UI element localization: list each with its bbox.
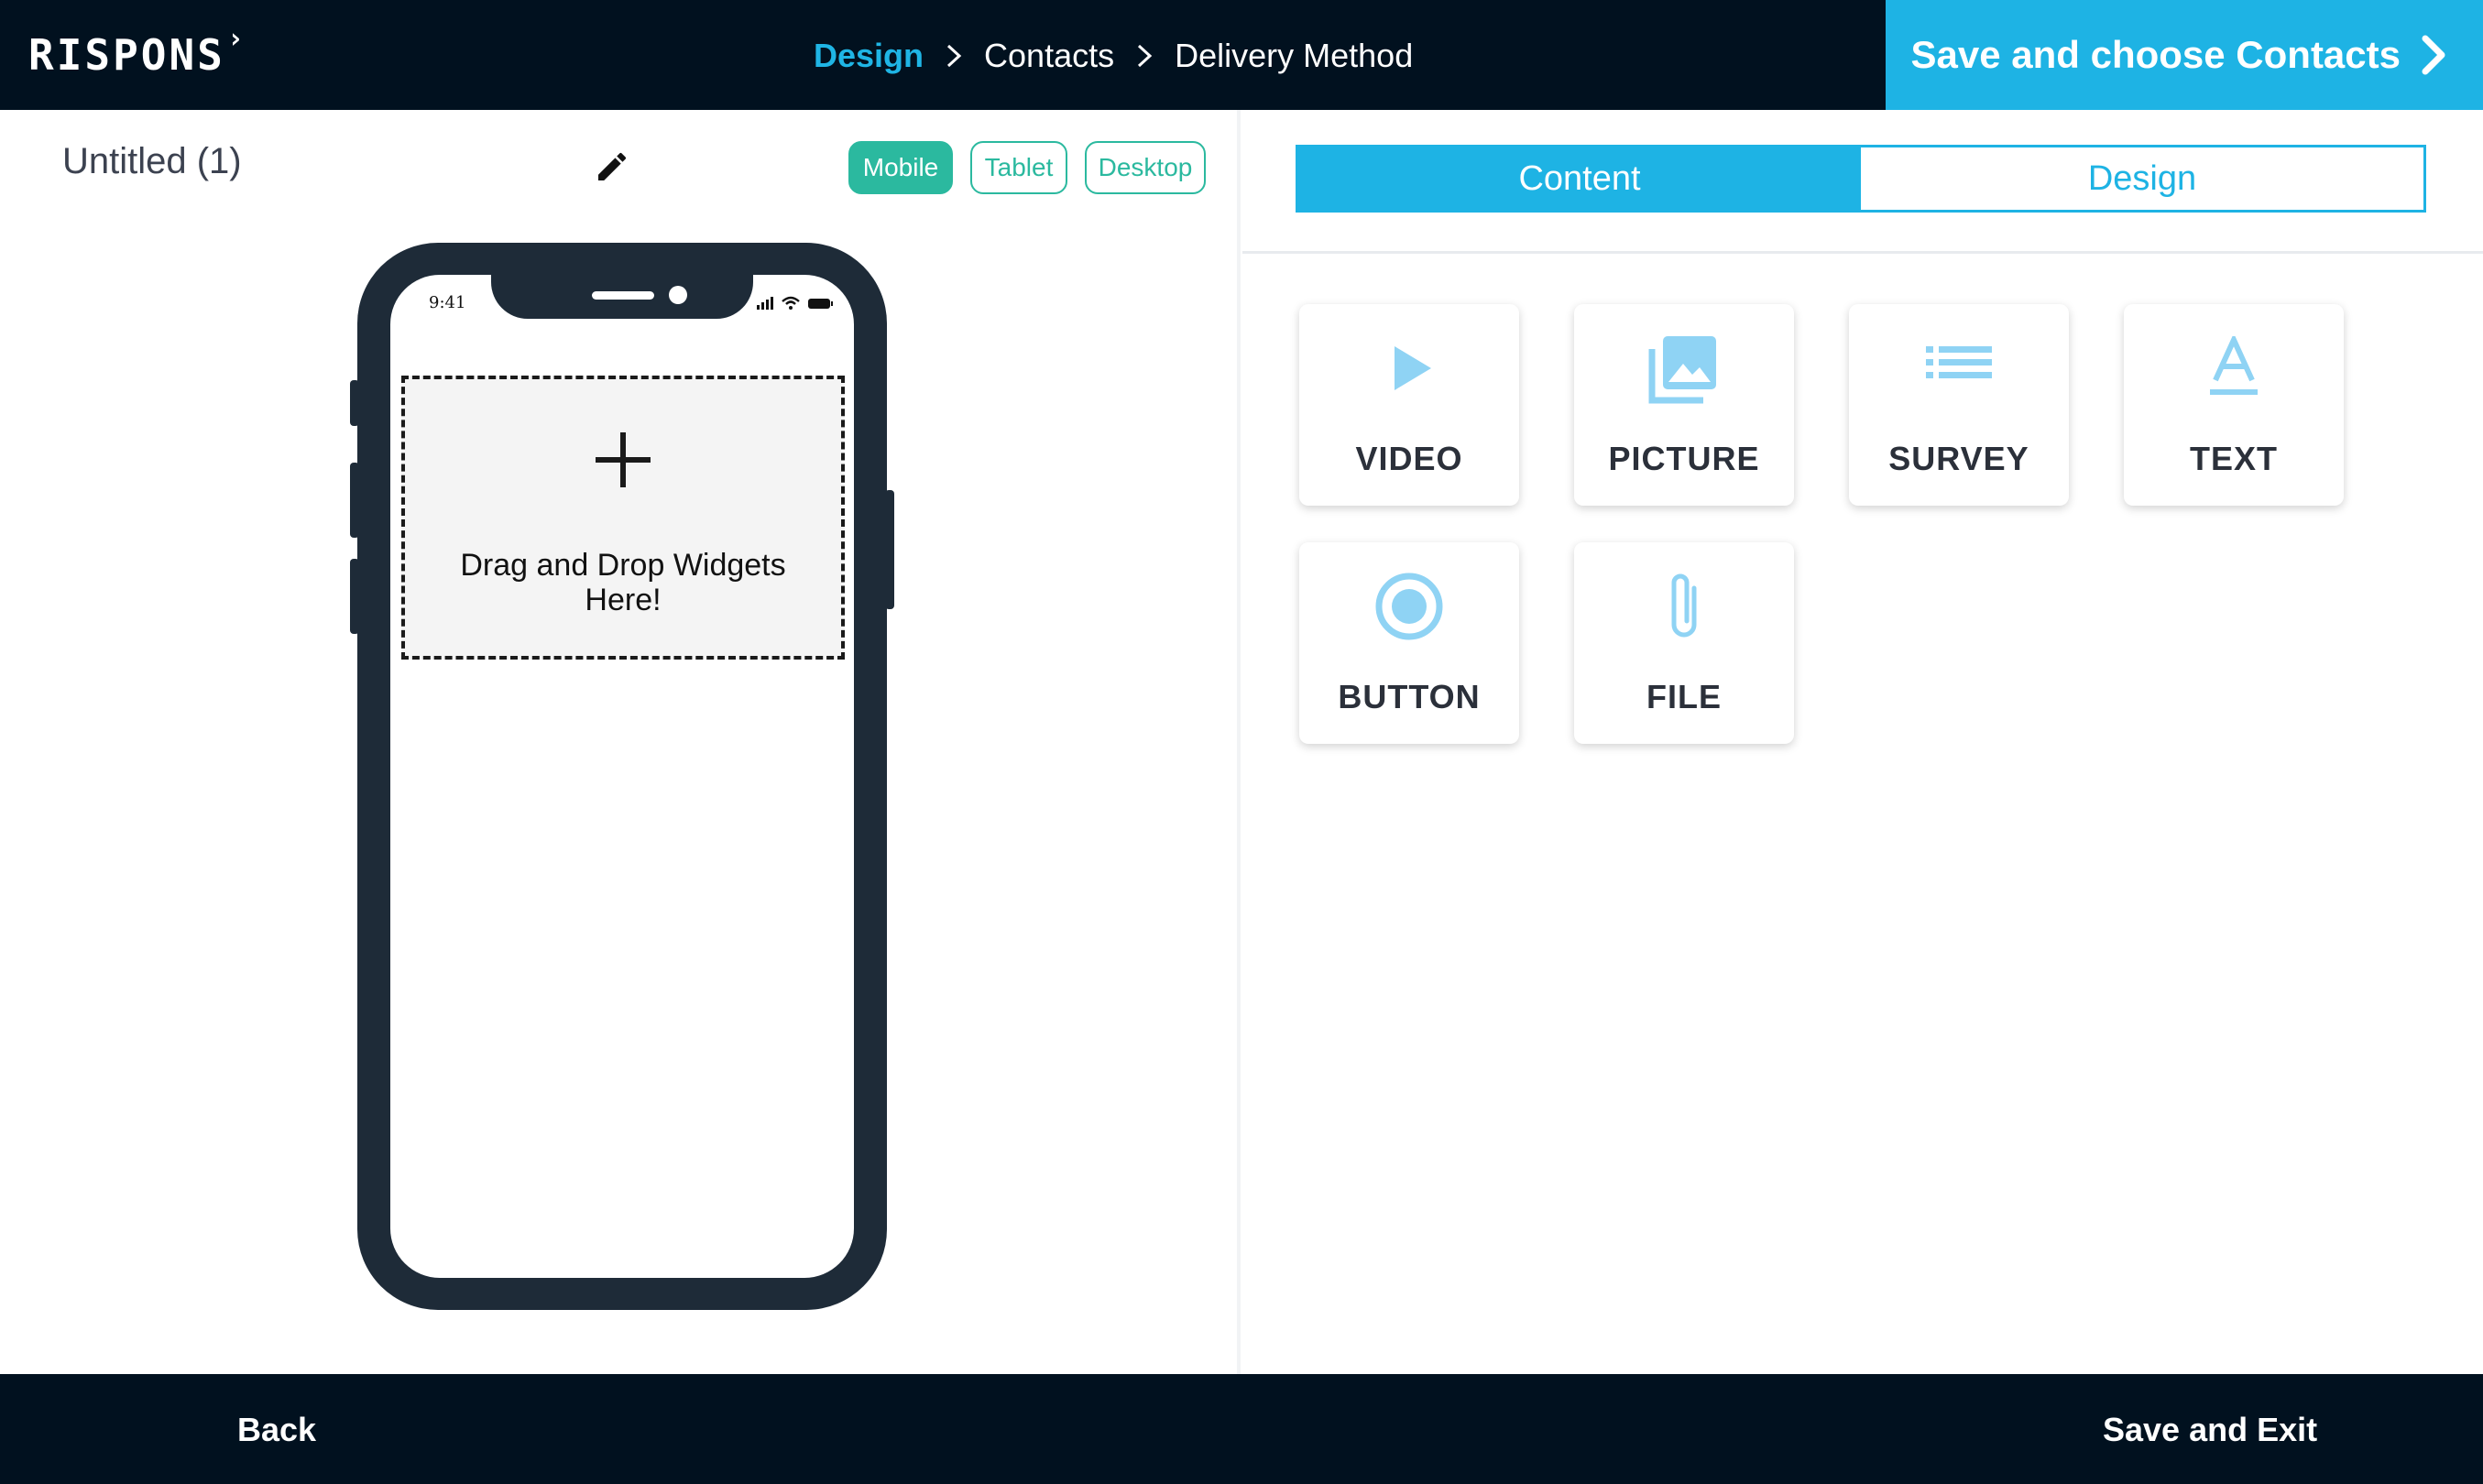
save-and-choose-contacts-button[interactable]: Save and choose Contacts — [1886, 0, 2483, 110]
phone-preview: 9:41 Drag and Drop Widgets Here! — [350, 243, 894, 1310]
breadcrumb-design[interactable]: Design — [814, 37, 924, 75]
widget-survey[interactable]: SURVEY — [1849, 304, 2069, 506]
tablet-view-button[interactable]: Tablet — [970, 141, 1067, 194]
top-navbar: RISPONS › Design Contacts Delivery Method… — [0, 0, 2483, 110]
widget-label: FILE — [1646, 678, 1722, 715]
phone-camera — [669, 286, 687, 304]
phone-side-button — [350, 463, 359, 538]
widget-label: PICTURE — [1608, 440, 1760, 477]
panel-divider — [1242, 251, 2483, 254]
widget-video[interactable]: VIDEO — [1299, 304, 1519, 506]
save-and-choose-contacts-label: Save and choose Contacts — [1910, 33, 2401, 76]
desktop-view-button[interactable]: Desktop — [1085, 141, 1206, 194]
chevron-right-icon — [942, 44, 966, 68]
pencil-icon[interactable] — [594, 148, 630, 185]
logo-text: RISPONS — [28, 30, 225, 80]
widget-button[interactable]: BUTTON — [1299, 542, 1519, 744]
status-time: 9:41 — [429, 293, 466, 312]
list-icon — [1922, 332, 1996, 405]
bottom-navbar: Back Save and Exit — [0, 1374, 2483, 1484]
tab-design[interactable]: Design — [1861, 147, 2423, 210]
back-button[interactable]: Back — [237, 1411, 316, 1449]
paperclip-icon — [1647, 570, 1721, 643]
widget-label: TEXT — [2189, 440, 2278, 477]
dropzone-text: Drag and Drop Widgets Here! — [460, 548, 786, 617]
page-title: Untitled (1) — [62, 141, 242, 181]
text-icon — [2197, 332, 2270, 405]
phone-side-button — [350, 559, 359, 634]
plus-icon — [596, 432, 651, 487]
widget-label: VIDEO — [1355, 440, 1463, 477]
widget-label: BUTTON — [1338, 678, 1481, 715]
widget-dropzone[interactable]: Drag and Drop Widgets Here! — [401, 376, 845, 660]
tab-content[interactable]: Content — [1298, 147, 1861, 210]
play-icon — [1373, 332, 1446, 405]
logo-mark: › — [226, 22, 246, 55]
chevron-right-icon — [2421, 35, 2446, 75]
rispons-logo[interactable]: RISPONS › — [28, 23, 246, 82]
widget-file[interactable]: FILE — [1574, 542, 1794, 744]
widget-label: SURVEY — [1888, 440, 2029, 477]
phone-side-button — [350, 380, 359, 426]
phone-side-button — [885, 490, 894, 609]
image-icon — [1647, 332, 1721, 405]
breadcrumb: Design Contacts Delivery Method — [814, 31, 1413, 81]
phone-screen: 9:41 Drag and Drop Widgets Here! — [390, 275, 854, 1278]
mobile-view-button[interactable]: Mobile — [848, 141, 953, 194]
radio-button-icon — [1373, 570, 1446, 643]
status-icons — [757, 296, 833, 310]
widget-picture[interactable]: PICTURE — [1574, 304, 1794, 506]
breadcrumb-delivery-method[interactable]: Delivery Method — [1175, 37, 1413, 75]
phone-speaker — [592, 291, 654, 300]
save-and-exit-button[interactable]: Save and Exit — [2103, 1411, 2317, 1449]
pane-divider — [1237, 110, 1241, 1374]
widget-text[interactable]: TEXT — [2124, 304, 2344, 506]
breadcrumb-contacts[interactable]: Contacts — [984, 37, 1114, 75]
panel-tabs: Content Design — [1296, 145, 2426, 213]
chevron-right-icon — [1132, 44, 1156, 68]
phone-notch — [491, 275, 753, 319]
